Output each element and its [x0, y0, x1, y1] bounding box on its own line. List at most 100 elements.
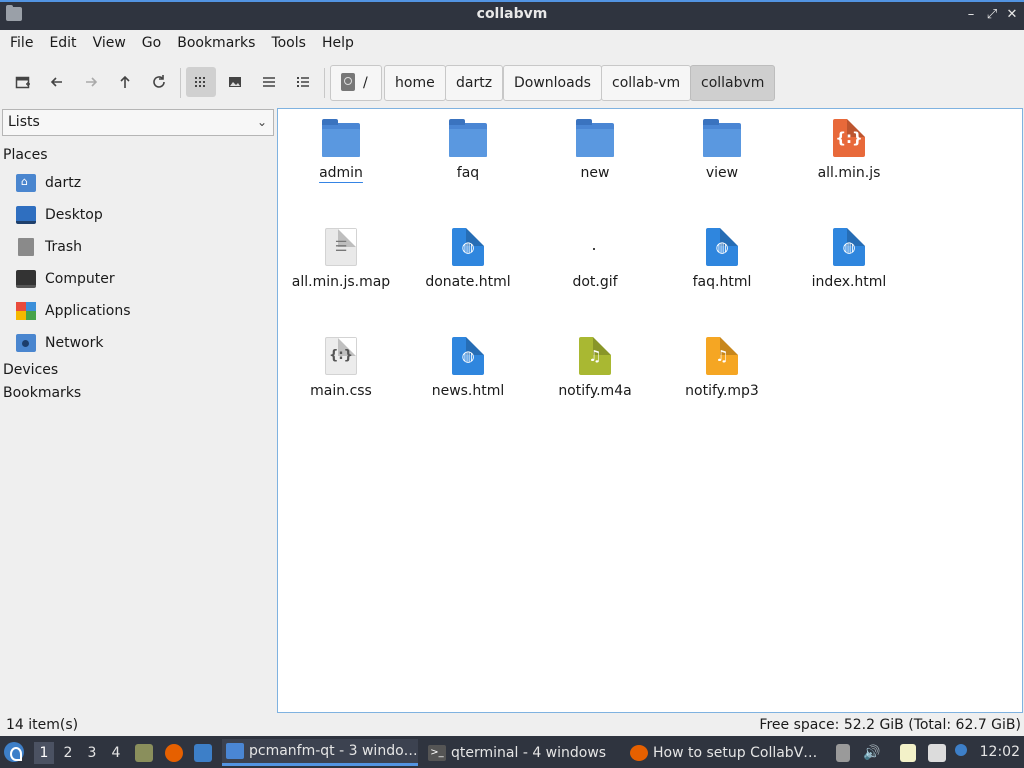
- file-name: news.html: [431, 383, 505, 399]
- volume-icon[interactable]: 🔊: [863, 744, 881, 762]
- file-item-faq-html[interactable]: ◍ faq.html: [662, 220, 782, 316]
- show-desktop-icon[interactable]: [194, 744, 212, 762]
- workspace-2[interactable]: 2: [58, 742, 78, 764]
- html-file-icon: ◍: [452, 337, 484, 375]
- breadcrumb-label: /: [363, 75, 368, 91]
- grid-icon: [195, 77, 205, 87]
- workspace-1[interactable]: 1: [34, 742, 54, 764]
- file-item-main-css[interactable]: {:} main.css: [281, 329, 401, 425]
- file-item-donate-html[interactable]: ◍ donate.html: [408, 220, 528, 316]
- menu-tools[interactable]: Tools: [263, 31, 314, 55]
- update-notifier-icon[interactable]: [955, 744, 967, 756]
- file-item-notify-m4a[interactable]: ♫ notify.m4a: [535, 329, 655, 425]
- menu-go[interactable]: Go: [134, 31, 169, 55]
- toolbar-separator: [180, 68, 181, 98]
- taskbar: 1 2 3 4 pcmanfm-qt - 3 windo… >_ qtermin…: [0, 736, 1024, 768]
- icon-view-button[interactable]: [186, 67, 216, 97]
- reload-button[interactable]: [144, 67, 174, 97]
- workspace-4[interactable]: 4: [106, 742, 126, 764]
- file-name: view: [705, 165, 739, 181]
- item-count: 14 item(s): [6, 717, 79, 733]
- breadcrumb-label: home: [395, 75, 435, 91]
- file-item-view[interactable]: view: [662, 111, 782, 207]
- bookmarks-header[interactable]: Bookmarks: [3, 385, 81, 401]
- file-name: admin: [319, 165, 363, 181]
- file-name: all.min.js: [817, 165, 881, 181]
- forward-button[interactable]: [76, 67, 106, 97]
- file-item-all-min-js[interactable]: {:} all.min.js: [789, 111, 909, 207]
- devices-header[interactable]: Devices: [3, 362, 58, 378]
- breadcrumb-collabvm[interactable]: collabvm: [690, 65, 776, 101]
- menu-file[interactable]: File: [2, 31, 41, 55]
- titlebar-accent-line: [0, 0, 1024, 2]
- file-item-news-html[interactable]: ◍ news.html: [408, 329, 528, 425]
- sidebar-item-home[interactable]: dartz: [16, 171, 81, 195]
- start-menu-button[interactable]: [4, 736, 28, 768]
- menu-view[interactable]: View: [85, 31, 134, 55]
- breadcrumb-collab-vm[interactable]: collab-vm: [601, 65, 692, 101]
- file-name: new: [580, 165, 610, 181]
- file-item-admin[interactable]: admin: [281, 111, 401, 207]
- network-tray-icon[interactable]: [928, 744, 946, 762]
- menu-bookmarks[interactable]: Bookmarks: [169, 31, 263, 55]
- file-item-faq[interactable]: faq: [408, 111, 528, 207]
- arrow-right-icon: [86, 77, 98, 87]
- file-name: index.html: [811, 274, 887, 290]
- side-pane-mode-value: Lists: [8, 114, 40, 130]
- menu-help[interactable]: Help: [314, 31, 362, 55]
- window-titlebar[interactable]: collabvm – ⤢ ✕: [0, 0, 1024, 30]
- workspace-3[interactable]: 3: [82, 742, 102, 764]
- task-firefox[interactable]: How to setup CollabV…: [626, 739, 822, 766]
- new-tab-button[interactable]: [8, 67, 38, 97]
- file-name: notify.m4a: [558, 383, 632, 399]
- sidebar: Lists ⌄ Places dartz Desktop Trash Compu…: [0, 108, 276, 714]
- thumbnail-view-button[interactable]: [220, 67, 250, 97]
- sidebar-item-label: Computer: [45, 271, 115, 287]
- file-name: all.min.js.map: [291, 274, 391, 290]
- file-view[interactable]: admin faq new view {:} all.min.js ☰ all.…: [277, 108, 1023, 713]
- computer-icon: [16, 270, 36, 288]
- maximize-icon[interactable]: ⤢: [983, 6, 1001, 24]
- back-button[interactable]: [42, 67, 72, 97]
- task-label: How to setup CollabV…: [653, 744, 818, 761]
- notes-tray-icon[interactable]: [900, 744, 916, 762]
- sidebar-item-network[interactable]: Network: [16, 331, 103, 355]
- places-header[interactable]: Places: [3, 147, 48, 163]
- menu-edit[interactable]: Edit: [41, 31, 84, 55]
- sidebar-item-trash[interactable]: Trash: [16, 235, 82, 259]
- file-item-new[interactable]: new: [535, 111, 655, 207]
- new-tab-icon: [15, 76, 30, 89]
- detailed-view-button[interactable]: [288, 67, 318, 97]
- html-file-icon: ◍: [452, 228, 484, 266]
- folder-icon: [226, 743, 244, 759]
- file-manager-launcher-icon[interactable]: [135, 744, 153, 762]
- side-pane-mode-select[interactable]: Lists ⌄: [2, 109, 274, 136]
- clock[interactable]: 12:02: [980, 744, 1020, 760]
- task-pcmanfm[interactable]: pcmanfm-qt - 3 windo…: [222, 739, 418, 766]
- file-item-notify-mp3[interactable]: ♫ notify.mp3: [662, 329, 782, 425]
- file-item-all-min-js-map[interactable]: ☰ all.min.js.map: [281, 220, 401, 316]
- close-icon[interactable]: ✕: [1003, 6, 1021, 24]
- sidebar-item-desktop[interactable]: Desktop: [16, 203, 103, 227]
- terminal-icon: >_: [428, 744, 446, 761]
- compact-view-button[interactable]: [254, 67, 284, 97]
- breadcrumb-root[interactable]: /: [330, 65, 382, 101]
- breadcrumb-downloads[interactable]: Downloads: [503, 65, 602, 101]
- task-qterminal[interactable]: >_ qterminal - 4 windows: [424, 739, 620, 766]
- breadcrumb-dartz[interactable]: dartz: [445, 65, 504, 101]
- firefox-launcher-icon[interactable]: [165, 744, 183, 762]
- file-item-index-html[interactable]: ◍ index.html: [789, 220, 909, 316]
- file-name: dot.gif: [572, 274, 618, 290]
- minimize-icon[interactable]: –: [962, 6, 980, 24]
- sidebar-item-applications[interactable]: Applications: [16, 299, 131, 323]
- up-button[interactable]: [110, 67, 140, 97]
- breadcrumb-home[interactable]: home: [384, 65, 446, 101]
- trash-icon: [18, 238, 34, 256]
- home-folder-icon: [16, 174, 36, 192]
- free-space: Free space: 52.2 GiB (Total: 62.7 GiB): [759, 717, 1021, 733]
- task-label: qterminal - 4 windows: [451, 744, 607, 761]
- folder-icon: [703, 119, 741, 157]
- sidebar-item-computer[interactable]: Computer: [16, 267, 115, 291]
- file-item-dot-gif[interactable]: dot.gif: [535, 220, 655, 316]
- clipboard-tray-icon[interactable]: [836, 744, 850, 762]
